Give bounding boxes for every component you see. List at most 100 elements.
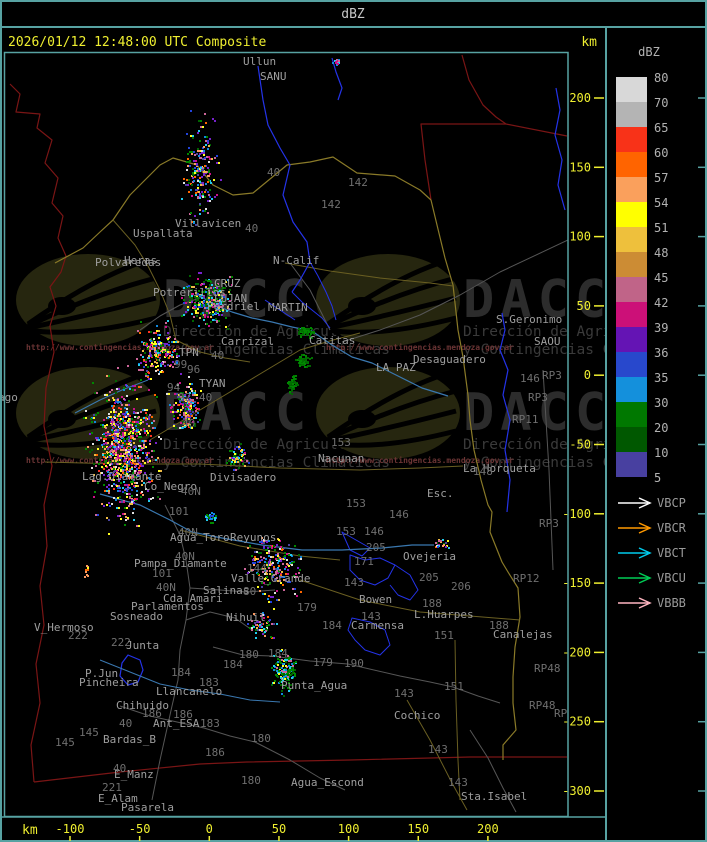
radar-echo-pixel — [171, 341, 173, 343]
radar-echo-pixel — [187, 414, 189, 416]
radar-echo-pixel — [270, 636, 272, 638]
radar-echo-pixel — [294, 675, 296, 677]
radar-echo-pixel — [162, 371, 164, 373]
radar-echo-pixel — [165, 322, 167, 324]
radar-echo-pixel — [138, 467, 140, 469]
radar-echo-pixel — [158, 373, 160, 375]
vector-legend-row: VBCR — [618, 521, 687, 535]
colorbar-swatch — [616, 277, 647, 302]
radar-echo-pixel — [133, 408, 135, 410]
radar-echo-pixel — [200, 167, 202, 169]
map-route-label: 179 — [297, 601, 317, 614]
radar-echo-pixel — [107, 433, 109, 435]
radar-echo-pixel — [190, 110, 192, 112]
radar-echo-pixel — [115, 423, 117, 425]
radar-echo-pixel — [117, 415, 119, 417]
radar-echo-pixel — [205, 183, 207, 185]
radar-echo-pixel — [198, 155, 200, 157]
radar-echo-pixel — [125, 416, 127, 418]
radar-echo-pixel — [136, 358, 138, 360]
radar-echo-pixel — [183, 314, 185, 316]
radar-echo-pixel — [100, 437, 102, 439]
radar-echo-pixel — [218, 320, 220, 322]
radar-echo-pixel — [192, 177, 194, 179]
radar-echo-pixel — [197, 197, 199, 199]
radar-echo-pixel — [160, 365, 162, 367]
radar-echo-pixel — [198, 130, 200, 132]
radar-echo-pixel — [208, 161, 210, 163]
radar-echo-pixel — [96, 392, 98, 394]
radar-echo-pixel — [108, 533, 110, 535]
radar-echo-pixel — [115, 399, 117, 401]
radar-echo-pixel — [96, 439, 98, 441]
radar-echo-pixel — [294, 593, 296, 595]
radar-echo-pixel — [181, 315, 183, 317]
radar-echo-pixel — [212, 314, 214, 316]
radar-echo-pixel — [157, 365, 159, 367]
radar-echo-pixel — [120, 453, 122, 455]
radar-echo-pixel — [190, 413, 192, 415]
radar-echo-pixel — [128, 493, 130, 495]
radar-echo-pixel — [283, 547, 285, 549]
radar-echo-pixel — [113, 421, 115, 423]
radar-echo-pixel — [291, 390, 293, 392]
radar-echo-pixel — [157, 359, 159, 361]
radar-echo-pixel — [306, 334, 308, 336]
radar-echo-pixel — [309, 358, 311, 360]
radar-echo-pixel — [132, 462, 134, 464]
map-route-label: 146 — [389, 508, 409, 521]
radar-echo-pixel — [212, 118, 214, 120]
radar-echo-pixel — [128, 447, 130, 449]
radar-echo-pixel — [175, 402, 177, 404]
radar-echo-pixel — [270, 563, 272, 565]
radar-echo-pixel — [131, 489, 133, 491]
radar-echo-pixel — [149, 443, 151, 445]
radar-echo-pixel — [167, 351, 169, 353]
map-route-label: 148 — [473, 465, 493, 478]
radar-echo-pixel — [295, 359, 297, 361]
colorbar-swatch — [616, 127, 647, 152]
radar-echo-pixel — [145, 373, 147, 375]
radar-echo-pixel — [180, 409, 182, 411]
radar-echo-pixel — [141, 447, 143, 449]
radar-echo-pixel — [142, 460, 144, 462]
radar-echo-pixel — [298, 331, 300, 333]
radar-echo-pixel — [299, 360, 301, 362]
radar-echo-pixel — [197, 308, 199, 310]
radar-echo-pixel — [154, 347, 156, 349]
radar-echo-pixel — [113, 409, 115, 411]
radar-echo-pixel — [281, 558, 283, 560]
radar-echo-pixel — [138, 386, 140, 388]
radar-echo-pixel — [236, 457, 238, 459]
radar-echo-pixel — [112, 437, 114, 439]
radar-echo-pixel — [169, 365, 171, 367]
radar-echo-pixel — [281, 673, 283, 675]
radar-echo-pixel — [188, 161, 190, 163]
radar-echo-pixel — [117, 429, 119, 431]
radar-echo-pixel — [260, 552, 262, 554]
radar-echo-pixel — [260, 556, 262, 558]
radar-echo-pixel — [185, 184, 187, 186]
radar-echo-pixel — [151, 456, 153, 458]
radar-echo-pixel — [104, 454, 106, 456]
radar-echo-pixel — [186, 133, 188, 135]
radar-echo-pixel — [129, 415, 131, 417]
radar-echo-pixel — [156, 330, 158, 332]
radar-echo-pixel — [86, 574, 88, 576]
colorbar-value-label: 30 — [654, 396, 668, 410]
radar-echo-pixel — [148, 389, 150, 391]
y-axis-tick-label: 0 — [584, 368, 591, 382]
radar-echo-pixel — [155, 352, 157, 354]
radar-echo-pixel — [112, 419, 114, 421]
radar-echo-pixel — [202, 196, 204, 198]
radar-echo-pixel — [153, 420, 155, 422]
radar-echo-pixel — [204, 113, 206, 115]
radar-echo-pixel — [200, 313, 202, 315]
radar-echo-pixel — [226, 462, 228, 464]
radar-echo-pixel — [153, 450, 155, 452]
radar-echo-pixel — [229, 450, 231, 452]
radar-echo-pixel — [115, 436, 117, 438]
radar-echo-pixel — [282, 563, 284, 565]
radar-echo-pixel — [288, 387, 290, 389]
radar-echo-pixel — [296, 595, 298, 597]
